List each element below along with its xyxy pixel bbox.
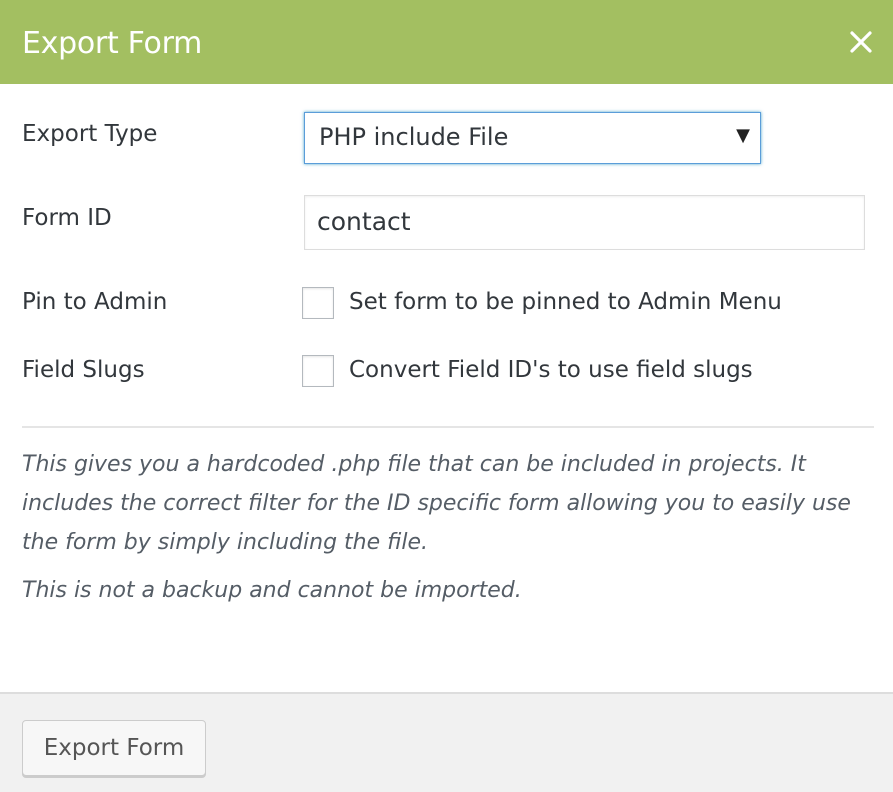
form-id-label: Form ID — [22, 205, 112, 231]
chevron-down-icon: ▼ — [736, 125, 750, 146]
export-type-select[interactable]: PHP include File ▼ — [304, 112, 761, 164]
close-icon — [850, 31, 872, 53]
pin-to-admin-label: Pin to Admin — [22, 289, 168, 315]
export-form-button[interactable]: Export Form — [22, 720, 206, 776]
form-id-input[interactable]: contact — [304, 195, 865, 250]
modal-title: Export Form — [22, 26, 203, 61]
export-type-label: Export Type — [22, 121, 158, 147]
export-note: This is not a backup and cannot be impor… — [22, 578, 522, 603]
close-button[interactable] — [847, 28, 875, 56]
modal-header: Export Form — [0, 0, 893, 84]
divider — [22, 426, 874, 428]
field-slugs-checkbox[interactable] — [302, 355, 334, 387]
field-slugs-label: Field Slugs — [22, 357, 145, 383]
pin-to-admin-checkbox-label[interactable]: Set form to be pinned to Admin Menu — [349, 289, 782, 315]
field-slugs-checkbox-label[interactable]: Convert Field ID's to use field slugs — [349, 357, 753, 383]
export-type-selected-value: PHP include File — [319, 123, 509, 151]
modal-footer: Export Form — [0, 692, 893, 792]
form-id-value: contact — [317, 207, 411, 236]
export-description: This gives you a hardcoded .php file tha… — [22, 452, 851, 555]
pin-to-admin-checkbox[interactable] — [302, 287, 334, 319]
